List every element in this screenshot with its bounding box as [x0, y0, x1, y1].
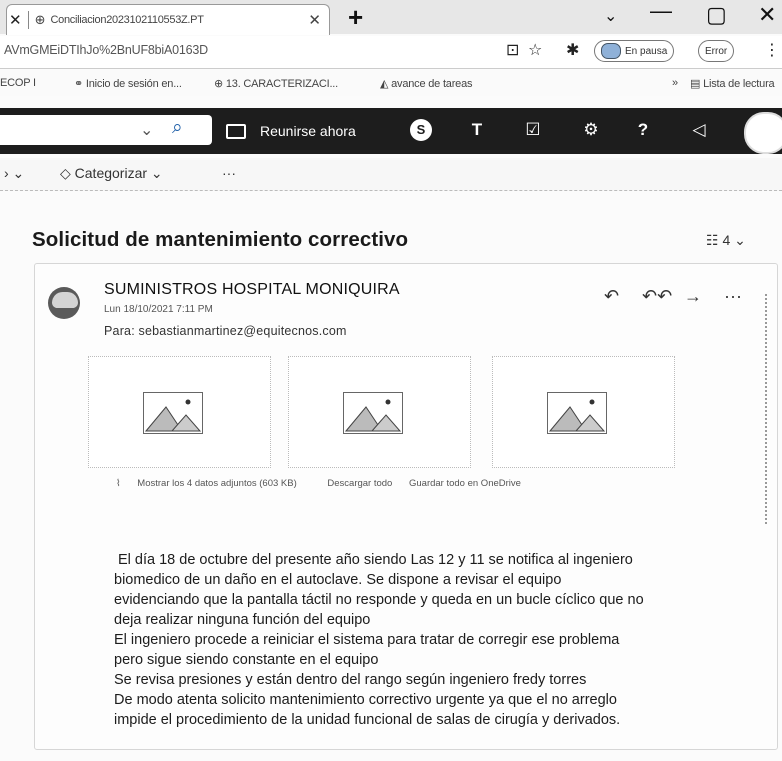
attachment-thumbnail[interactable]: [288, 356, 471, 468]
close-window-icon[interactable]: ✕: [758, 2, 776, 28]
body-line: biomedico de un daño en el autoclave. Se…: [114, 572, 562, 588]
help-icon[interactable]: ?: [632, 119, 654, 141]
profile-status-label: En pausa: [625, 45, 668, 57]
bookmark-item[interactable]: ◭ avance de tareas: [380, 77, 473, 90]
reader-view-icon[interactable]: ⊡: [506, 40, 519, 60]
url-text[interactable]: AVmGMEiDTIhJo%2BnUF8biA0163D: [4, 43, 208, 57]
meet-now-button[interactable]: Reunirse ahora: [226, 118, 356, 144]
more-options-icon[interactable]: ···: [222, 165, 236, 181]
new-tab-button[interactable]: +: [348, 2, 363, 33]
my-day-icon[interactable]: ☑: [522, 119, 544, 141]
attachments-summary: ⌇ Mostrar los 4 datos adjuntos (603 KB) …: [116, 478, 535, 489]
recipient-line: Para: sebastianmartinez@equitecnos.com: [104, 324, 347, 338]
maximize-icon[interactable]: ▢: [706, 2, 727, 28]
body-line: De modo atenta solicito mantenimiento co…: [114, 692, 617, 708]
attachment-thumbnail[interactable]: [88, 356, 271, 468]
body-line: El día 18 de octubre del presente año si…: [118, 552, 633, 568]
close-tab-left-icon[interactable]: ✕: [9, 11, 22, 29]
feedback-icon[interactable]: ◁: [688, 119, 710, 141]
search-box[interactable]: ⌄ ⌕: [0, 115, 212, 145]
link-icon: ⚭: [74, 78, 86, 90]
bookmark-item[interactable]: ⊕ 13. CARACTERIZACI...: [214, 77, 338, 90]
categorize-button[interactable]: ◇ Categorizar ⌄: [60, 165, 163, 182]
sent-date: Lun 18/10/2021 7:11 PM: [104, 304, 213, 315]
globe-icon: ⊕: [214, 78, 226, 90]
favorite-star-icon[interactable]: ☆: [528, 40, 542, 60]
more-icon[interactable]: ···: [724, 286, 742, 307]
body-line: El ingeniero procede a reiniciar el sist…: [114, 632, 620, 648]
video-camera-icon: [226, 123, 246, 139]
skype-icon[interactable]: S: [410, 119, 432, 141]
user-avatar[interactable]: [744, 112, 782, 154]
settings-gear-icon[interactable]: ⚙: [580, 119, 602, 141]
reply-all-icon[interactable]: ↶↶: [642, 286, 672, 307]
attachment-thumbnail[interactable]: [492, 356, 675, 468]
people-icon: ☷: [706, 232, 723, 248]
sender-avatar: [48, 287, 80, 319]
globe-icon: ⊕: [34, 12, 46, 27]
browser-tab-strip: ✕ ⊕ Conciliacion2023102110553Z.PT ✕ + ⌄ …: [0, 0, 782, 35]
close-tab-icon[interactable]: ✕: [308, 11, 321, 29]
image-placeholder-icon: [343, 392, 403, 434]
extension-pin-icon[interactable]: ✱: [566, 40, 579, 60]
bookmark-item[interactable]: ECOP I: [0, 77, 36, 89]
body-line: impide el procedimiento de la unidad fun…: [114, 712, 621, 728]
image-placeholder-icon: [143, 392, 203, 434]
browser-menu-icon[interactable]: ⋮: [764, 40, 780, 60]
toolbar-overflow-chevron-icon[interactable]: › ⌄: [4, 165, 24, 182]
tab-list-chevron-icon[interactable]: ⌄: [604, 6, 617, 26]
paperclip-icon: ⌇: [116, 478, 124, 489]
chevron-down-icon[interactable]: ⌄: [140, 120, 153, 140]
profile-avatar: [601, 43, 621, 59]
browser-tab[interactable]: ✕ ⊕ Conciliacion2023102110553Z.PT ✕: [6, 4, 330, 35]
message-body: El día 18 de octubre del presente año si…: [114, 550, 774, 730]
bookmark-item[interactable]: ▤ Lista de lectura: [690, 77, 775, 90]
search-icon[interactable]: ⌕: [172, 117, 183, 139]
tab-separator: [27, 11, 29, 29]
image-placeholder-icon: [547, 392, 607, 434]
tab-title: Conciliacion2023102110553Z.PT: [50, 14, 204, 26]
sender-name[interactable]: SUMINISTROS HOSPITAL MONIQUIRA: [104, 281, 400, 299]
error-label: Error: [705, 45, 728, 57]
download-all-link[interactable]: Descargar todo: [327, 478, 392, 489]
body-line: Se revisa presiones y están dentro del r…: [114, 672, 587, 688]
reply-icon[interactable]: ↶: [604, 286, 619, 307]
profile-status-pill[interactable]: En pausa: [594, 40, 675, 62]
tag-icon: ◇: [60, 165, 75, 181]
thread-count[interactable]: ☷ 4 ⌄: [706, 232, 746, 249]
message-subject: Solicitud de mantenimiento correctivo: [32, 228, 409, 251]
forward-icon[interactable]: →: [684, 286, 702, 307]
minimize-icon[interactable]: —: [650, 0, 672, 24]
body-line: pero sigue siendo constante en el equipo: [114, 652, 379, 668]
body-line: deja realizar ninguna función del equipo: [114, 612, 371, 628]
teams-icon[interactable]: T: [466, 119, 488, 141]
bookmarks-overflow-icon[interactable]: »: [672, 77, 678, 89]
bookmarks-bar: ECOP I ⚭ Inicio de sesión en... ⊕ 13. CA…: [0, 70, 782, 96]
meet-now-label: Reunirse ahora: [260, 123, 356, 139]
reading-list-icon: ▤: [690, 78, 704, 90]
body-line: evidenciando que la pantalla táctil no r…: [114, 592, 644, 608]
show-attachments-link[interactable]: ⌇ Mostrar los 4 datos adjuntos (603 KB): [116, 478, 311, 489]
bookmark-item[interactable]: ⚭ Inicio de sesión en...: [74, 77, 182, 90]
message-toolbar: › ⌄ ◇ Categorizar ⌄ ···: [0, 158, 782, 191]
save-to-onedrive-link[interactable]: Guardar todo en OneDrive: [409, 478, 521, 489]
drive-icon: ◭: [380, 78, 392, 90]
error-pill[interactable]: Error: [698, 40, 735, 62]
outlook-header: ⌄ ⌕ Reunirse ahora S T ☑ ⚙ ? ◁: [0, 108, 782, 154]
address-bar: AVmGMEiDTIhJo%2BnUF8biA0163D ⊡ ☆ ✱ En pa…: [0, 36, 782, 69]
